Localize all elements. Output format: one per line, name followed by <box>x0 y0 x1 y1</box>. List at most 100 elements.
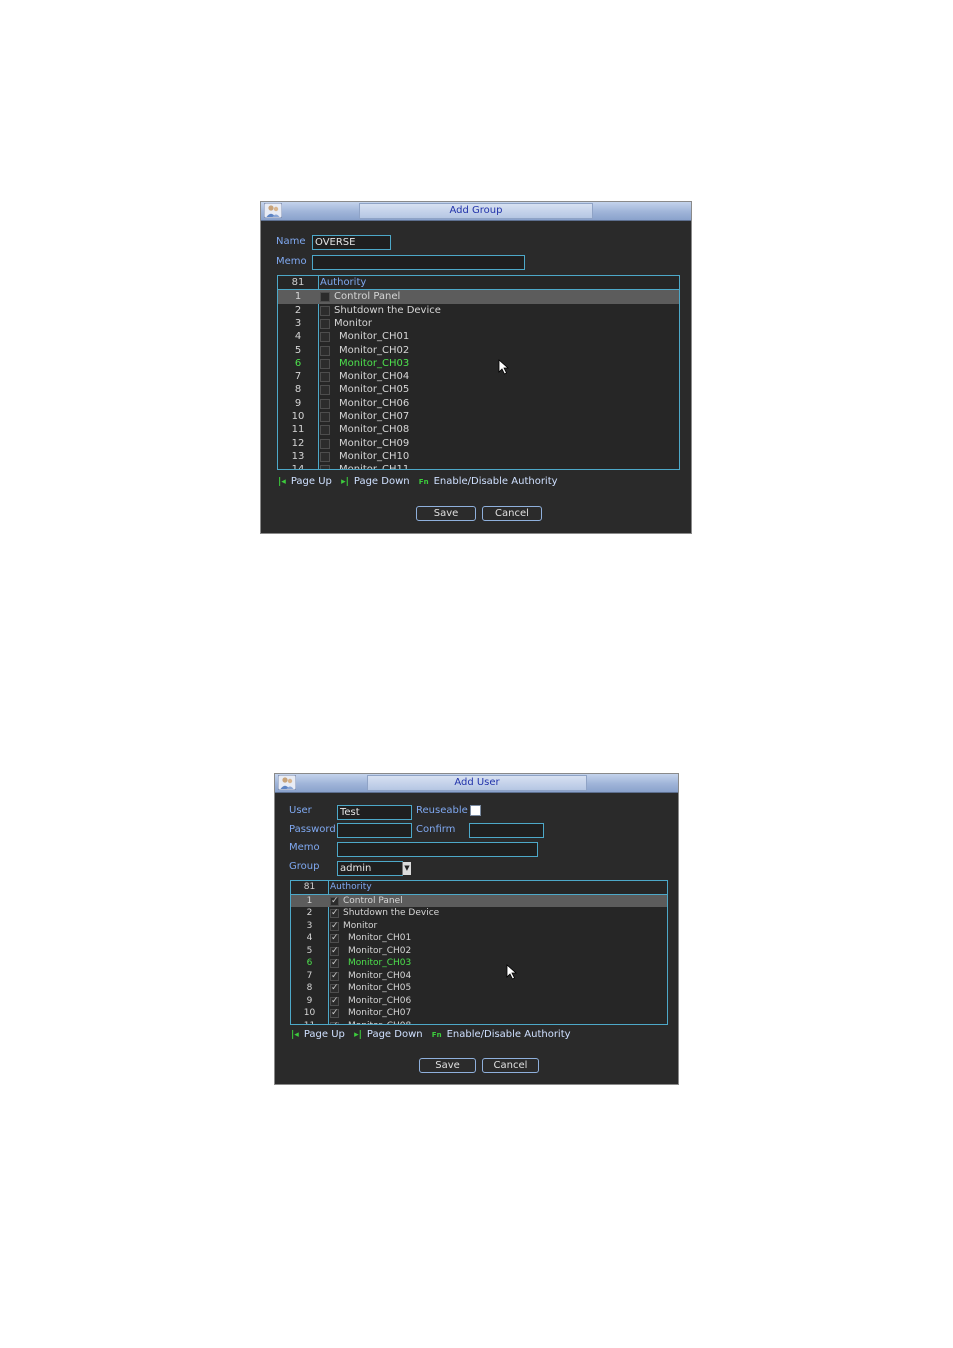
list-row[interactable]: 5 Monitor_CH02 <box>291 945 667 958</box>
checked-checkbox[interactable] <box>330 908 339 918</box>
row-number: 10 <box>303 1008 316 1018</box>
list-row[interactable]: 9 Monitor_CH06 <box>278 397 679 410</box>
save-button[interactable]: Save <box>419 1058 476 1073</box>
chevron-down-icon[interactable]: ▼ <box>402 862 411 875</box>
list-row[interactable]: 1 Control Panel <box>291 894 667 907</box>
checked-checkbox[interactable] <box>330 946 339 956</box>
page-down-hint[interactable]: Page Down <box>367 1029 423 1040</box>
add-user-titlebar[interactable]: Add User <box>275 774 678 793</box>
checked-checkbox[interactable] <box>330 996 339 1006</box>
fn-key-icon: Fn <box>431 1031 442 1039</box>
authority-checkbox[interactable] <box>320 305 330 316</box>
list-row[interactable]: 10 Monitor_CH07 <box>278 410 679 423</box>
fn-key-icon: Fn <box>418 478 429 486</box>
confirm-input[interactable] <box>469 823 544 838</box>
list-row[interactable]: 3 Monitor <box>291 920 667 933</box>
toggle-authority-hint[interactable]: Enable/Disable Authority <box>434 476 558 487</box>
row-number: 10 <box>291 411 305 422</box>
name-label: Name <box>276 236 306 247</box>
authority-name: Monitor_CH04 <box>348 970 412 981</box>
list-row[interactable]: 5 Monitor_CH02 <box>278 344 679 357</box>
authority-list[interactable]: 81 Authority 1 Control Panel 2 Shutdown the D… <box>277 275 680 470</box>
authority-name: Monitor_CH09 <box>339 437 410 449</box>
save-button[interactable]: Save <box>416 506 476 521</box>
list-row[interactable]: 8 Monitor_CH05 <box>278 383 679 396</box>
authority-name: Monitor_CH05 <box>348 983 412 993</box>
authority-checkbox[interactable] <box>320 345 330 356</box>
page-up-hint[interactable]: Page Up <box>291 476 332 487</box>
add-group-titlebar[interactable]: Add Group <box>261 202 691 221</box>
checked-checkbox[interactable] <box>330 1008 339 1018</box>
checked-checkbox[interactable] <box>330 896 339 906</box>
list-row[interactable]: 2 Shutdown the Device <box>278 304 679 317</box>
checked-checkbox[interactable] <box>330 933 339 943</box>
name-input[interactable]: OVERSE <box>312 235 391 250</box>
authority-list[interactable]: 81 Authority 1 Control Panel 2 Shutdown the D… <box>290 880 668 1025</box>
password-input[interactable] <box>337 823 412 838</box>
authority-checkbox[interactable] <box>320 438 330 449</box>
row-number: 11 <box>291 1020 328 1025</box>
list-row[interactable]: 9 Monitor_CH06 <box>291 995 667 1008</box>
list-row[interactable]: 4 Monitor_CH01 <box>291 932 667 945</box>
authority-checkbox[interactable] <box>320 318 330 329</box>
list-row[interactable]: 12 Monitor_CH09 <box>278 437 679 450</box>
authority-checkbox[interactable] <box>320 358 330 369</box>
page-up-hint[interactable]: Page Up <box>304 1029 345 1040</box>
checked-checkbox[interactable] <box>330 1021 339 1024</box>
list-row[interactable]: 3 Monitor <box>278 317 679 330</box>
page-down-key-icon: ▸| <box>341 477 349 487</box>
authority-checkbox[interactable] <box>320 398 330 409</box>
checked-checkbox[interactable] <box>330 971 339 981</box>
authority-name: Shutdown the Device <box>343 908 440 918</box>
authority-checkbox[interactable] <box>320 451 330 462</box>
list-row[interactable]: 8 Monitor_CH05 <box>291 982 667 995</box>
list-row[interactable]: 13 Monitor_CH10 <box>278 450 679 463</box>
authority-checkbox[interactable] <box>320 372 330 383</box>
authority-checkbox[interactable] <box>320 292 330 303</box>
list-row[interactable]: 4 Monitor_CH01 <box>278 330 679 343</box>
checked-checkbox[interactable] <box>330 958 339 968</box>
authority-checkbox[interactable] <box>320 425 330 436</box>
authority-checkbox[interactable] <box>320 332 330 343</box>
cancel-button[interactable]: Cancel <box>482 1058 539 1073</box>
list-row[interactable]: 14 Monitor_CH11 <box>278 463 679 469</box>
authority-name: Monitor_CH02 <box>339 344 410 356</box>
list-row[interactable]: 11 Monitor_CH08 <box>278 423 679 436</box>
page-down-key-icon: ▸| <box>354 1030 362 1040</box>
row-number: 11 <box>291 424 305 436</box>
list-row[interactable]: 10 Monitor_CH07 <box>291 1007 667 1020</box>
reuseable-checkbox[interactable] <box>470 805 481 816</box>
row-number: 8 <box>294 384 302 396</box>
list-row[interactable]: 7 Monitor_CH04 <box>291 970 667 983</box>
user-group-icon <box>264 203 282 218</box>
list-row[interactable]: 11 Monitor_CH08 <box>291 1020 667 1025</box>
authority-name: Monitor_CH08 <box>339 424 410 436</box>
cancel-button[interactable]: Cancel <box>482 506 542 521</box>
checked-checkbox[interactable] <box>330 983 339 993</box>
authority-name: Shutdown the Device <box>334 304 441 316</box>
authority-name: Monitor_CH06 <box>348 995 412 1006</box>
list-row[interactable]: 2 Shutdown the Device <box>291 907 667 920</box>
memo-input[interactable] <box>312 255 525 270</box>
memo-input[interactable] <box>337 842 538 857</box>
authority-checkbox[interactable] <box>320 465 330 469</box>
list-row[interactable]: 6 Monitor_CH03 <box>291 957 667 970</box>
group-select[interactable]: admin <box>337 861 403 876</box>
checked-checkbox[interactable] <box>330 921 339 931</box>
list-row[interactable]: 1 Control Panel <box>278 290 679 304</box>
toggle-authority-hint[interactable]: Enable/Disable Authority <box>447 1029 571 1040</box>
user-label: User <box>289 805 312 816</box>
user-input[interactable]: Test <box>337 805 412 820</box>
authority-name: Monitor_CH01 <box>348 933 412 943</box>
list-row[interactable]: 7 Monitor_CH04 <box>278 370 679 383</box>
group-label: Group <box>289 861 320 872</box>
authority-checkbox[interactable] <box>320 385 330 396</box>
list-count: 81 <box>303 882 316 892</box>
authority-name: Monitor_CH10 <box>339 450 410 462</box>
row-number: 9 <box>294 397 302 409</box>
authority-name: Monitor_CH03 <box>348 958 412 968</box>
list-row[interactable]: 6 Monitor_CH03 <box>278 357 679 370</box>
page-up-key-icon: |◂ <box>278 477 286 487</box>
page-down-hint[interactable]: Page Down <box>354 476 410 487</box>
authority-checkbox[interactable] <box>320 412 330 422</box>
